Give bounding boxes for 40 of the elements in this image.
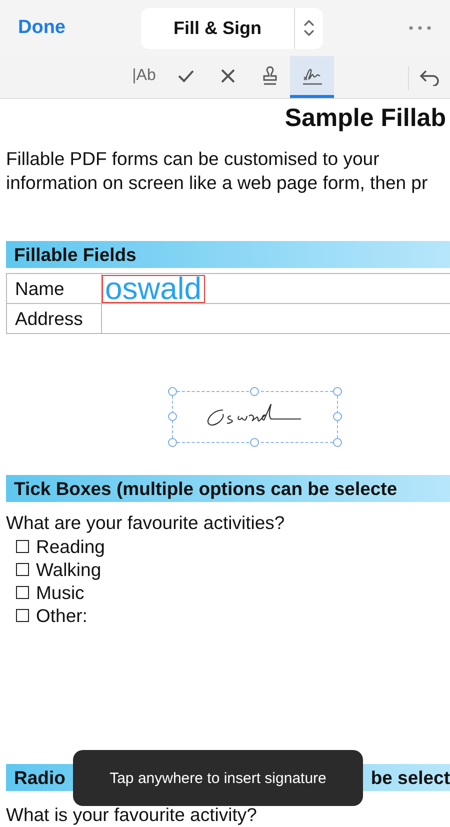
section-heading: Fillable Fields xyxy=(6,241,450,268)
mode-selector[interactable]: Fill & Sign xyxy=(141,8,323,49)
field-label: Name xyxy=(7,274,102,303)
toast-message: Tap anywhere to insert signature xyxy=(73,750,363,806)
checkmark-icon xyxy=(177,68,195,83)
signature-tool[interactable] xyxy=(290,56,334,98)
option-label: Music xyxy=(36,582,84,604)
question-text: What are your favourite activities? xyxy=(5,511,286,535)
section-heading: be select xyxy=(370,766,450,790)
option-label: Reading xyxy=(36,536,105,558)
text-tool[interactable]: |Ab xyxy=(122,56,166,98)
resize-handle[interactable] xyxy=(333,387,342,396)
intro-text: information on screen like a web page form, then pr xyxy=(6,171,429,195)
mode-label: Fill & Sign xyxy=(172,18,262,39)
done-button[interactable]: Done xyxy=(18,17,141,40)
stamp-icon xyxy=(261,64,279,87)
field-label: Address xyxy=(7,304,102,333)
checkbox[interactable] xyxy=(16,540,29,553)
document-title: Sample Fillab xyxy=(284,104,447,133)
section-heading: Tick Boxes (multiple options can be selecte xyxy=(6,475,450,502)
resize-handle[interactable] xyxy=(168,412,177,421)
checkbox[interactable] xyxy=(16,563,29,576)
undo-icon[interactable] xyxy=(419,68,441,86)
resize-handle[interactable] xyxy=(168,438,177,447)
cross-icon xyxy=(220,68,236,84)
input-field[interactable]: oswald xyxy=(102,274,450,303)
question-text: What is your favourite activity? xyxy=(5,803,258,827)
checkbox[interactable] xyxy=(16,609,29,622)
intro-text: Fillable PDF forms can be customised to your xyxy=(6,147,380,171)
option-label: Walking xyxy=(36,558,102,580)
resize-handle[interactable] xyxy=(168,387,177,396)
resize-handle[interactable] xyxy=(250,438,259,447)
section-heading: Radio xyxy=(14,766,66,790)
resize-handle[interactable] xyxy=(333,412,342,421)
filled-text[interactable]: oswald xyxy=(102,275,204,303)
resize-handle[interactable] xyxy=(333,438,342,447)
option-label: Other: xyxy=(36,604,88,626)
checkbox[interactable] xyxy=(16,586,29,599)
more-icon[interactable] xyxy=(408,25,432,32)
resize-handle[interactable] xyxy=(250,387,259,396)
